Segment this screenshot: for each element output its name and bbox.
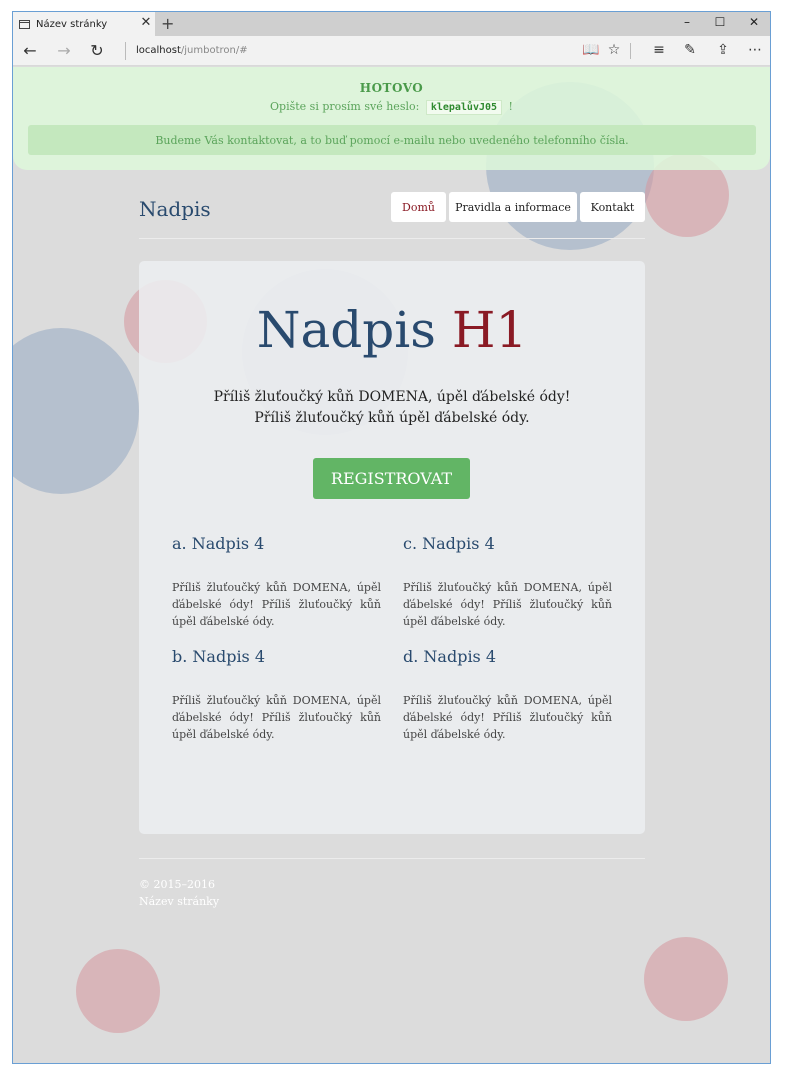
page-icon <box>19 19 30 29</box>
toolbar-separator <box>630 43 631 59</box>
alert-password-line: Opište si prosím své heslo: klepalůvJ05 … <box>13 100 770 115</box>
favorite-star-icon[interactable]: ☆ <box>604 42 624 58</box>
browser-window: Název stránky ✕ + – ☐ ✕ ← → ↻ localhost/… <box>12 11 771 1064</box>
address-bar: ← → ↻ localhost/jumbotron/# 📖 ☆ ≡ ✎ ⇪ ⋯ <box>13 36 770 66</box>
column-heading: c. Nadpis 4 <box>403 534 495 553</box>
alert-suffix: ! <box>508 100 513 113</box>
minimize-button[interactable]: – <box>677 15 697 29</box>
url-host: localhost <box>136 45 181 56</box>
column-heading: a. Nadpis 4 <box>172 534 265 553</box>
nav-item-contact[interactable]: Kontakt <box>580 192 645 222</box>
close-window-button[interactable]: ✕ <box>744 15 764 29</box>
alert-info-text: Budeme Vás kontaktovat, a to buď pomocí … <box>155 133 629 147</box>
url-separator <box>125 42 126 60</box>
register-button[interactable]: REGISTROVAT <box>313 458 470 499</box>
column-text: Příliš žluťoučký kůň DOMENA, úpěl ďábels… <box>172 581 381 628</box>
column-heading: b. Nadpis 4 <box>172 647 266 666</box>
jumbotron: Nadpis H1 Příliš žluťoučký kůň DOMENA, ú… <box>139 261 645 834</box>
header-divider <box>139 238 645 239</box>
refresh-icon[interactable]: ↻ <box>87 41 107 60</box>
page-title: Nadpis H1 <box>139 301 645 359</box>
forward-arrow-icon[interactable]: → <box>54 41 74 60</box>
background-circle <box>76 949 160 1033</box>
web-note-icon[interactable]: ✎ <box>680 42 700 58</box>
browser-tab[interactable]: Název stránky ✕ <box>13 12 155 36</box>
hub-icon[interactable]: ≡ <box>649 42 669 58</box>
success-alert: HOTOVO Opište si prosím své heslo: klepa… <box>13 67 770 170</box>
title-main: Nadpis <box>256 301 436 359</box>
title-accent: H1 <box>451 301 528 359</box>
alert-prompt: Opište si prosím své heslo: <box>270 100 420 113</box>
page-viewport: HOTOVO Opište si prosím své heslo: klepa… <box>13 67 770 1063</box>
column-heading: d. Nadpis 4 <box>403 647 497 666</box>
lead-line-2: Příliš žluťoučký kůň úpěl ďábelské ódy. <box>254 410 530 426</box>
more-icon[interactable]: ⋯ <box>745 42 765 58</box>
url-path: /jumbotron/# <box>180 45 248 56</box>
alert-info-box: Budeme Vás kontaktovat, a to buď pomocí … <box>28 125 756 155</box>
nav-item-rules[interactable]: Pravidla a informace <box>449 192 577 222</box>
footer-divider <box>139 858 645 859</box>
footer-site-name: Název stránky <box>139 895 220 908</box>
site-brand[interactable]: Nadpis <box>139 197 211 221</box>
nav-item-home[interactable]: Domů <box>391 192 446 222</box>
footer-copyright: © 2015–2016 <box>139 878 215 891</box>
url-field[interactable]: localhost/jumbotron/# <box>136 45 248 56</box>
lead-line-1: Příliš žluťoučký kůň DOMENA, úpěl ďábels… <box>213 389 571 405</box>
back-arrow-icon[interactable]: ← <box>20 41 40 60</box>
column-text: Příliš žluťoučký kůň DOMENA, úpěl ďábels… <box>172 694 381 741</box>
new-tab-button[interactable]: + <box>161 14 174 33</box>
column-text: Příliš žluťoučký kůň DOMENA, úpěl ďábels… <box>403 694 612 741</box>
password-code: klepalůvJ05 <box>425 100 503 115</box>
reading-view-icon[interactable]: 📖 <box>581 42 601 58</box>
alert-title: HOTOVO <box>359 81 424 95</box>
tab-bar: Název stránky ✕ + – ☐ ✕ <box>13 12 770 36</box>
background-circle <box>644 937 728 1021</box>
maximize-button[interactable]: ☐ <box>710 15 730 29</box>
column-text: Příliš žluťoučký kůň DOMENA, úpěl ďábels… <box>403 581 612 628</box>
tab-close-icon[interactable]: ✕ <box>139 16 153 30</box>
tab-title: Název stránky <box>36 18 108 30</box>
share-icon[interactable]: ⇪ <box>713 42 733 58</box>
background-circle <box>13 328 139 494</box>
